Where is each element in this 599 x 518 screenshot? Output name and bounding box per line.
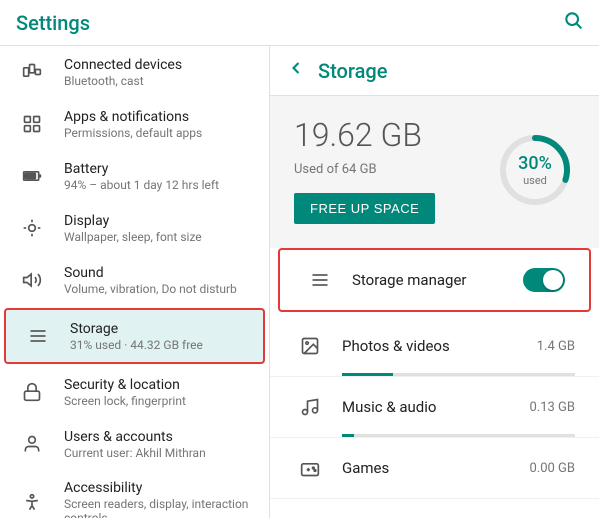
- circle-used-label: used: [518, 174, 552, 187]
- sidebar-text-storage: Storage31% used · 44.32 GB free: [70, 321, 247, 352]
- sidebar-title-connected: Connected devices: [64, 57, 253, 73]
- main-content: Connected devicesBluetooth, cast Apps & n…: [0, 46, 599, 518]
- sidebar-text-security: Security & locationScreen lock, fingerpr…: [64, 377, 253, 408]
- storage-item-label-music: Music & audio: [342, 398, 529, 416]
- sidebar-text-accessibility: AccessibilityScreen readers, display, in…: [64, 480, 253, 518]
- sidebar-subtitle-users: Current user: Akhil Mithran: [64, 446, 253, 460]
- sidebar-subtitle-connected: Bluetooth, cast: [64, 74, 253, 88]
- sidebar-title-accessibility: Accessibility: [64, 480, 253, 496]
- sound-icon: [16, 264, 48, 296]
- sidebar-item-battery[interactable]: Battery94% – about 1 day 12 hrs left: [0, 150, 269, 202]
- sidebar-subtitle-display: Wallpaper, sleep, font size: [64, 230, 253, 244]
- sidebar-text-display: DisplayWallpaper, sleep, font size: [64, 213, 253, 244]
- back-icon[interactable]: [286, 58, 306, 83]
- apps-icon: [16, 108, 48, 140]
- connected-icon: [16, 56, 48, 88]
- storage-circle: 30% used: [495, 130, 575, 210]
- toggle-knob: [543, 270, 563, 290]
- app-title: Settings: [16, 11, 90, 35]
- accessibility-icon: [16, 487, 48, 518]
- storage-item-bar-music: [342, 434, 575, 437]
- sidebar-title-users: Users & accounts: [64, 429, 253, 445]
- storage-item-manager[interactable]: Storage manager: [278, 248, 591, 312]
- storage-item-bar-fill-music: [342, 434, 354, 437]
- storage-panel-title: Storage: [318, 59, 387, 83]
- sidebar-text-users: Users & accountsCurrent user: Akhil Mith…: [64, 429, 253, 460]
- storage-item-size-games: 0.00 GB: [529, 461, 575, 476]
- security-icon: [16, 376, 48, 408]
- storage-manager-icon: [304, 264, 336, 296]
- sidebar-title-security: Security & location: [64, 377, 253, 393]
- display-icon: [16, 212, 48, 244]
- storage-item-music[interactable]: Music & audio0.13 GB: [270, 377, 599, 438]
- storage-info: 19.62 GB Used of 64 GB FREE UP SPACE: [294, 116, 435, 224]
- sidebar-item-storage[interactable]: Storage31% used · 44.32 GB free: [4, 308, 265, 364]
- storage-amount: 19.62 GB: [294, 116, 435, 154]
- storage-item-photos[interactable]: Photos & videos1.4 GB: [270, 316, 599, 377]
- sidebar-item-accessibility[interactable]: AccessibilityScreen readers, display, in…: [0, 470, 269, 518]
- storage-games-icon: [294, 452, 326, 484]
- storage-item-bar-fill-photos: [342, 373, 393, 376]
- right-panel-header: Storage: [270, 46, 599, 96]
- storage-summary: 19.62 GB Used of 64 GB FREE UP SPACE 30%…: [270, 96, 599, 244]
- users-icon: [16, 428, 48, 460]
- sidebar-title-apps: Apps & notifications: [64, 109, 253, 125]
- storage-item-movies[interactable]: Movie & TV apps0.91 GB: [270, 499, 599, 518]
- storage-item-bar-photos: [342, 373, 575, 376]
- battery-icon: [16, 160, 48, 192]
- sidebar-item-apps[interactable]: Apps & notificationsPermissions, default…: [0, 98, 269, 150]
- storage-item-label-manager: Storage manager: [352, 271, 523, 289]
- storage-item-size-photos: 1.4 GB: [537, 339, 575, 354]
- circle-label: 30% used: [518, 153, 552, 187]
- sidebar-title-display: Display: [64, 213, 253, 229]
- sidebar-title-storage: Storage: [70, 321, 247, 337]
- storage-used-text: Used of 64 GB: [294, 162, 435, 177]
- sidebar-title-battery: Battery: [64, 161, 253, 177]
- storage-photos-icon: [294, 330, 326, 362]
- header-left: Settings: [16, 11, 90, 35]
- storage-movies-icon: [294, 513, 326, 518]
- sidebar-subtitle-apps: Permissions, default apps: [64, 126, 253, 140]
- storage-item-label-photos: Photos & videos: [342, 337, 537, 355]
- sidebar-item-users[interactable]: Users & accountsCurrent user: Akhil Mith…: [0, 418, 269, 470]
- storage-item-label-games: Games: [342, 459, 529, 477]
- header-icons: [563, 10, 583, 35]
- sidebar-subtitle-storage: 31% used · 44.32 GB free: [70, 338, 247, 352]
- sidebar-text-connected: Connected devicesBluetooth, cast: [64, 57, 253, 88]
- sidebar-item-security[interactable]: Security & locationScreen lock, fingerpr…: [0, 366, 269, 418]
- sidebar-subtitle-sound: Volume, vibration, Do not disturb: [64, 282, 253, 296]
- storage-item-size-music: 0.13 GB: [529, 400, 575, 415]
- sidebar-item-display[interactable]: DisplayWallpaper, sleep, font size: [0, 202, 269, 254]
- app-header: Settings: [0, 0, 599, 46]
- toggle-switch[interactable]: [523, 268, 565, 292]
- settings-sidebar: Connected devicesBluetooth, cast Apps & n…: [0, 46, 270, 518]
- sidebar-item-sound[interactable]: SoundVolume, vibration, Do not disturb: [0, 254, 269, 306]
- storage-panel: Storage 19.62 GB Used of 64 GB FREE UP S…: [270, 46, 599, 518]
- storage-manager-toggle[interactable]: [523, 268, 565, 292]
- sidebar-title-sound: Sound: [64, 265, 253, 281]
- search-icon[interactable]: [563, 10, 583, 35]
- storage-item-games[interactable]: Games0.00 GB: [270, 438, 599, 499]
- sidebar-subtitle-security: Screen lock, fingerprint: [64, 394, 253, 408]
- storage-music-icon: [294, 391, 326, 423]
- sidebar-subtitle-battery: 94% – about 1 day 12 hrs left: [64, 178, 253, 192]
- sidebar-text-sound: SoundVolume, vibration, Do not disturb: [64, 265, 253, 296]
- sidebar-subtitle-accessibility: Screen readers, display, interaction con…: [64, 497, 253, 518]
- circle-percent: 30%: [518, 153, 552, 174]
- sidebar-text-battery: Battery94% – about 1 day 12 hrs left: [64, 161, 253, 192]
- sidebar-item-connected[interactable]: Connected devicesBluetooth, cast: [0, 46, 269, 98]
- free-up-button[interactable]: FREE UP SPACE: [294, 193, 435, 224]
- storage-list: Storage managerPhotos & videos1.4 GBMusi…: [270, 248, 599, 518]
- storage-icon: [22, 320, 54, 352]
- sidebar-text-apps: Apps & notificationsPermissions, default…: [64, 109, 253, 140]
